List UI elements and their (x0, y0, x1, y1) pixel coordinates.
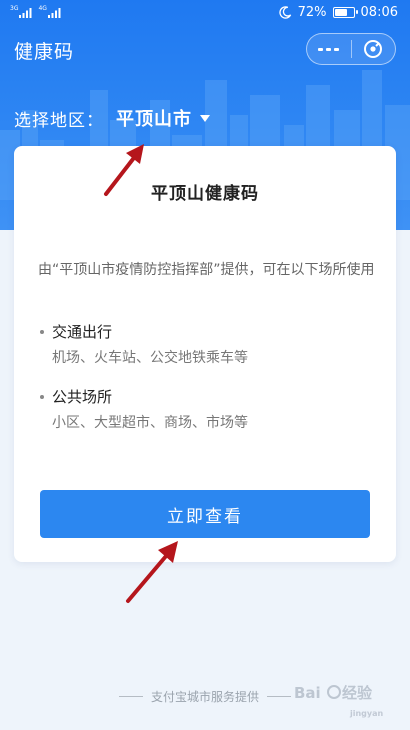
signal-strength-icon (47, 8, 61, 18)
more-options-button[interactable] (307, 34, 351, 64)
clock-time: 08:06 (360, 5, 398, 20)
footer-divider-right (267, 696, 291, 697)
svg-text:经验: 经验 (342, 684, 373, 702)
svg-text:jingyan: jingyan (349, 709, 384, 718)
battery-icon (332, 7, 358, 18)
mini-program-capsule (306, 33, 396, 65)
annotation-arrow-button (126, 541, 178, 603)
moon-icon (278, 6, 291, 19)
card-description: 由“平顶山市疫情防控指挥部”提供，可在以下场所使用 (38, 262, 375, 278)
network-indicators: 3G 4G (10, 6, 61, 18)
view-now-button[interactable]: 立即查看 (40, 490, 370, 538)
baidu-jingyan-watermark: Bai 经验 jingyan (290, 672, 400, 722)
usage-title-text: 交通出行 (52, 323, 113, 341)
more-dot-icon (334, 47, 340, 51)
close-mini-program-button[interactable] (351, 34, 395, 64)
region-label: 选择地区： (14, 110, 104, 131)
status-bar: 3G 4G 72% 08:06 (0, 0, 410, 26)
region-selector[interactable]: 选择地区： 平顶山市 (14, 105, 210, 131)
signal-strength-icon (19, 8, 32, 18)
more-dot-icon (326, 47, 332, 51)
usage-places: 小区、大型超市、商场、市场等 (52, 415, 248, 431)
sim1-signal: 3G (10, 6, 32, 18)
health-code-card: 平顶山健康码 由“平顶山市疫情防控指挥部”提供，可在以下场所使用 交通出行 机场… (14, 146, 396, 562)
close-target-icon (364, 40, 383, 58)
svg-text:Bai: Bai (294, 684, 321, 702)
sim2-signal: 4G (38, 5, 61, 18)
more-dot-icon (318, 47, 324, 51)
sim1-network-label: 3G (10, 5, 19, 12)
baidu-watermark-logo: Bai 经验 jingyan (294, 684, 384, 718)
sim2-network-label: 4G (38, 5, 47, 12)
bullet-dot (40, 329, 44, 334)
usage-title: 交通出行 (40, 321, 112, 342)
region-value[interactable]: 平顶山市 (116, 105, 192, 131)
usage-title-text: 公共场所 (52, 388, 113, 406)
footer-text: 支付宝城市服务提供 (150, 690, 259, 704)
card-title: 平顶山健康码 (151, 184, 259, 204)
battery-percent: 72% (297, 5, 327, 20)
usage-title: 公共场所 (40, 386, 112, 407)
status-right: 72% 08:06 (278, 5, 398, 20)
annotation-arrow-up (104, 144, 144, 196)
usage-places: 机场、火车站、公交地铁乘车等 (52, 350, 248, 366)
caret-down-icon[interactable] (200, 114, 210, 122)
battery-level-fill (334, 9, 347, 16)
page-title: 健康码 (14, 41, 75, 63)
bullet-dot (40, 394, 44, 399)
footer-divider-left (118, 696, 143, 697)
